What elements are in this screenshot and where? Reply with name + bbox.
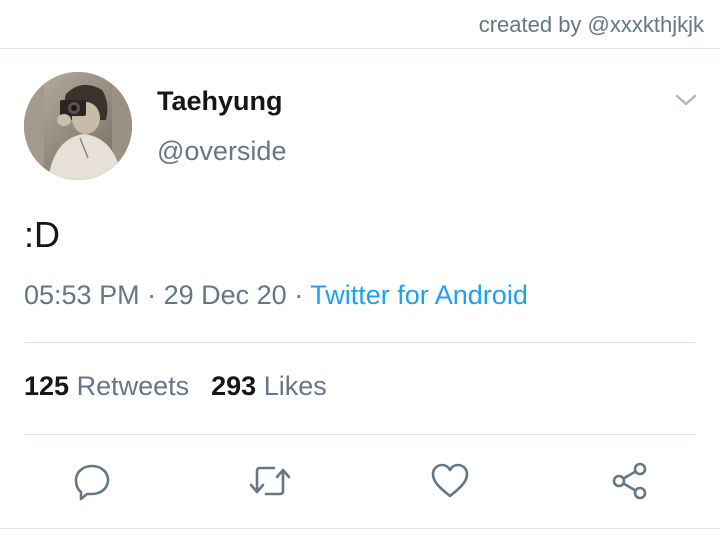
likes-count: 293: [211, 371, 257, 401]
bottom-divider: [0, 528, 720, 529]
reply-icon: [74, 464, 110, 501]
share-icon: [612, 462, 647, 500]
tweet-text: :D: [24, 214, 60, 255]
display-name[interactable]: Taehyung: [157, 86, 283, 117]
heart-icon: [431, 463, 469, 498]
likes-stat[interactable]: 293 Likes: [211, 371, 327, 401]
retweets-stat[interactable]: 125 Retweets: [24, 371, 189, 401]
reply-button[interactable]: [70, 459, 114, 503]
meta-separator: ·: [294, 280, 304, 310]
user-handle[interactable]: @overside: [157, 136, 286, 167]
like-button[interactable]: [428, 459, 472, 503]
top-divider: [0, 48, 720, 49]
tweet-metadata: 05:53 PM · 29 Dec 20 · Twitter for Andro…: [24, 280, 528, 311]
tweet-source-link[interactable]: Twitter for Android: [310, 280, 528, 310]
likes-label: Likes: [263, 371, 327, 401]
tweet-stats: 125 Retweets 293 Likes: [24, 371, 327, 402]
retweets-count: 125: [24, 371, 70, 401]
retweet-button[interactable]: [248, 459, 292, 503]
retweet-icon: [249, 466, 291, 496]
share-button[interactable]: [608, 459, 652, 503]
avatar-photo: [24, 72, 132, 180]
retweets-label: Retweets: [76, 371, 190, 401]
tweet-time: 05:53 PM: [24, 280, 140, 310]
divider: [24, 434, 696, 435]
meta-separator: ·: [147, 280, 157, 310]
tweet-date: 29 Dec 20: [163, 280, 287, 310]
tweet-screenshot: created by @xxxkthjkjk Taehyung @oversid…: [0, 0, 720, 541]
chevron-down-icon[interactable]: [674, 90, 698, 110]
divider: [24, 342, 696, 343]
avatar[interactable]: [24, 72, 132, 180]
credit-watermark: created by @xxxkthjkjk: [478, 12, 704, 37]
